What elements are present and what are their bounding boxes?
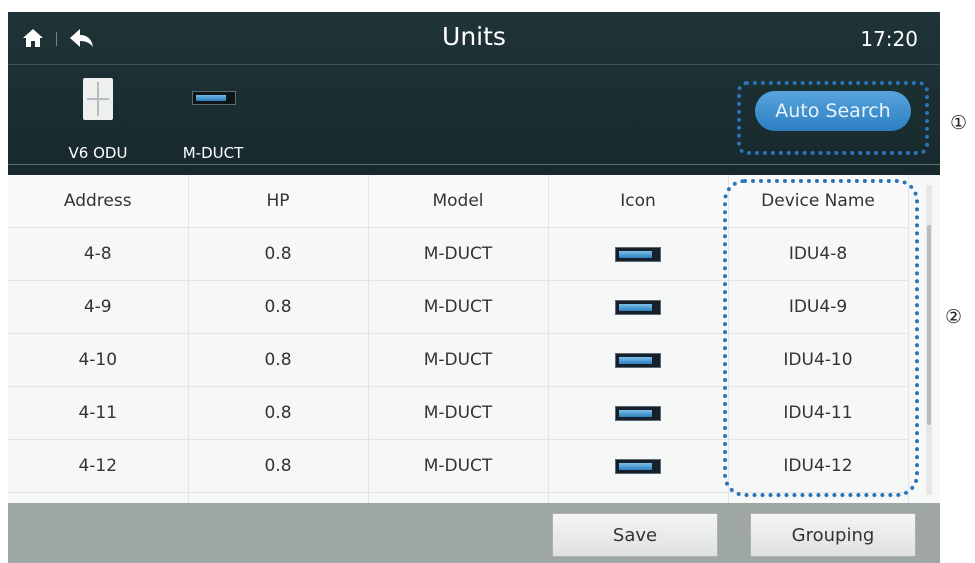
hp-cell: 0.8 — [188, 280, 369, 334]
callout-1: ① — [950, 112, 968, 134]
title-separator — [8, 64, 940, 65]
table-row[interactable]: 4-12 0.8 M-DUCT IDU4-12 — [8, 439, 909, 493]
address-cell: 4-9 — [8, 280, 189, 334]
duct-unit-icon — [615, 405, 661, 421]
table-header-row: Address HP Model Icon Device Name — [8, 175, 909, 228]
header: Units 17:20 V6 ODU M-DUCT Auto Search — [8, 12, 940, 175]
icon-cell — [548, 227, 729, 281]
icon-cell — [548, 333, 729, 387]
device-name-cell[interactable]: IDU4-8 — [728, 227, 909, 281]
table-row[interactable]: 4-10 0.8 M-DUCT IDU4-10 — [8, 333, 909, 387]
icon-cell — [548, 386, 729, 440]
column-header-hp[interactable]: HP — [188, 175, 369, 228]
device-type-v6-odu[interactable]: V6 ODU — [53, 74, 143, 164]
device-name-cell[interactable]: IDU4-9 — [728, 280, 909, 334]
duct-unit-icon — [615, 352, 661, 368]
model-cell: M-DUCT — [368, 439, 549, 493]
icon-cell — [548, 439, 729, 493]
device-type-label: M-DUCT — [182, 144, 244, 162]
header-separator — [8, 164, 940, 165]
address-cell: 4-8 — [8, 227, 189, 281]
device-name-cell[interactable]: IDU4-10 — [728, 333, 909, 387]
model-cell: M-DUCT — [368, 280, 549, 334]
model-cell: M-DUCT — [368, 333, 549, 387]
units-table: Address HP Model Icon Device Name 4-8 0.… — [8, 175, 909, 503]
device-name-cell[interactable]: IDU4-12 — [728, 439, 909, 493]
table-row[interactable]: 4-8 0.8 M-DUCT IDU4-8 — [8, 227, 909, 281]
icon-cell — [548, 280, 729, 334]
column-header-device-name[interactable]: Device Name — [728, 175, 909, 228]
column-header-address[interactable]: Address — [8, 175, 189, 228]
column-header-icon[interactable]: Icon — [548, 175, 729, 228]
table-row-empty — [8, 492, 909, 503]
units-screen: Units 17:20 V6 ODU M-DUCT Auto Search Ad… — [8, 12, 940, 563]
address-cell: 4-10 — [8, 333, 189, 387]
duct-unit-icon — [615, 458, 661, 474]
empty-cell — [188, 492, 369, 503]
title-bar: Units 17:20 — [8, 12, 940, 65]
duct-unit-icon — [615, 246, 661, 262]
column-header-model[interactable]: Model — [368, 175, 549, 228]
units-table-area: Address HP Model Icon Device Name 4-8 0.… — [8, 175, 940, 503]
hp-cell: 0.8 — [188, 333, 369, 387]
hp-cell: 0.8 — [188, 386, 369, 440]
hp-cell: 0.8 — [188, 439, 369, 493]
outdoor-unit-icon — [83, 78, 113, 120]
device-name-cell[interactable]: IDU4-11 — [728, 386, 909, 440]
callout-2: ② — [945, 306, 963, 328]
clock: 17:20 — [860, 27, 918, 51]
empty-cell — [368, 492, 549, 503]
table-row[interactable]: 4-9 0.8 M-DUCT IDU4-9 — [8, 280, 909, 334]
address-cell: 4-12 — [8, 439, 189, 493]
auto-search-button[interactable]: Auto Search — [755, 91, 911, 131]
save-button[interactable]: Save — [552, 513, 718, 557]
device-type-label: V6 ODU — [68, 144, 128, 162]
hp-cell: 0.8 — [188, 227, 369, 281]
empty-cell — [728, 492, 909, 503]
grouping-button[interactable]: Grouping — [750, 513, 916, 557]
duct-unit-icon — [192, 91, 236, 105]
scrollbar-thumb[interactable] — [927, 225, 931, 425]
empty-cell — [548, 492, 729, 503]
table-row[interactable]: 4-11 0.8 M-DUCT IDU4-11 — [8, 386, 909, 440]
model-cell: M-DUCT — [368, 386, 549, 440]
page-title: Units — [442, 22, 506, 51]
duct-unit-icon — [615, 299, 661, 315]
device-type-m-duct[interactable]: M-DUCT — [168, 74, 258, 164]
footer-bar: Save Grouping — [8, 503, 940, 563]
model-cell: M-DUCT — [368, 227, 549, 281]
address-cell: 4-11 — [8, 386, 189, 440]
empty-cell — [8, 492, 189, 503]
